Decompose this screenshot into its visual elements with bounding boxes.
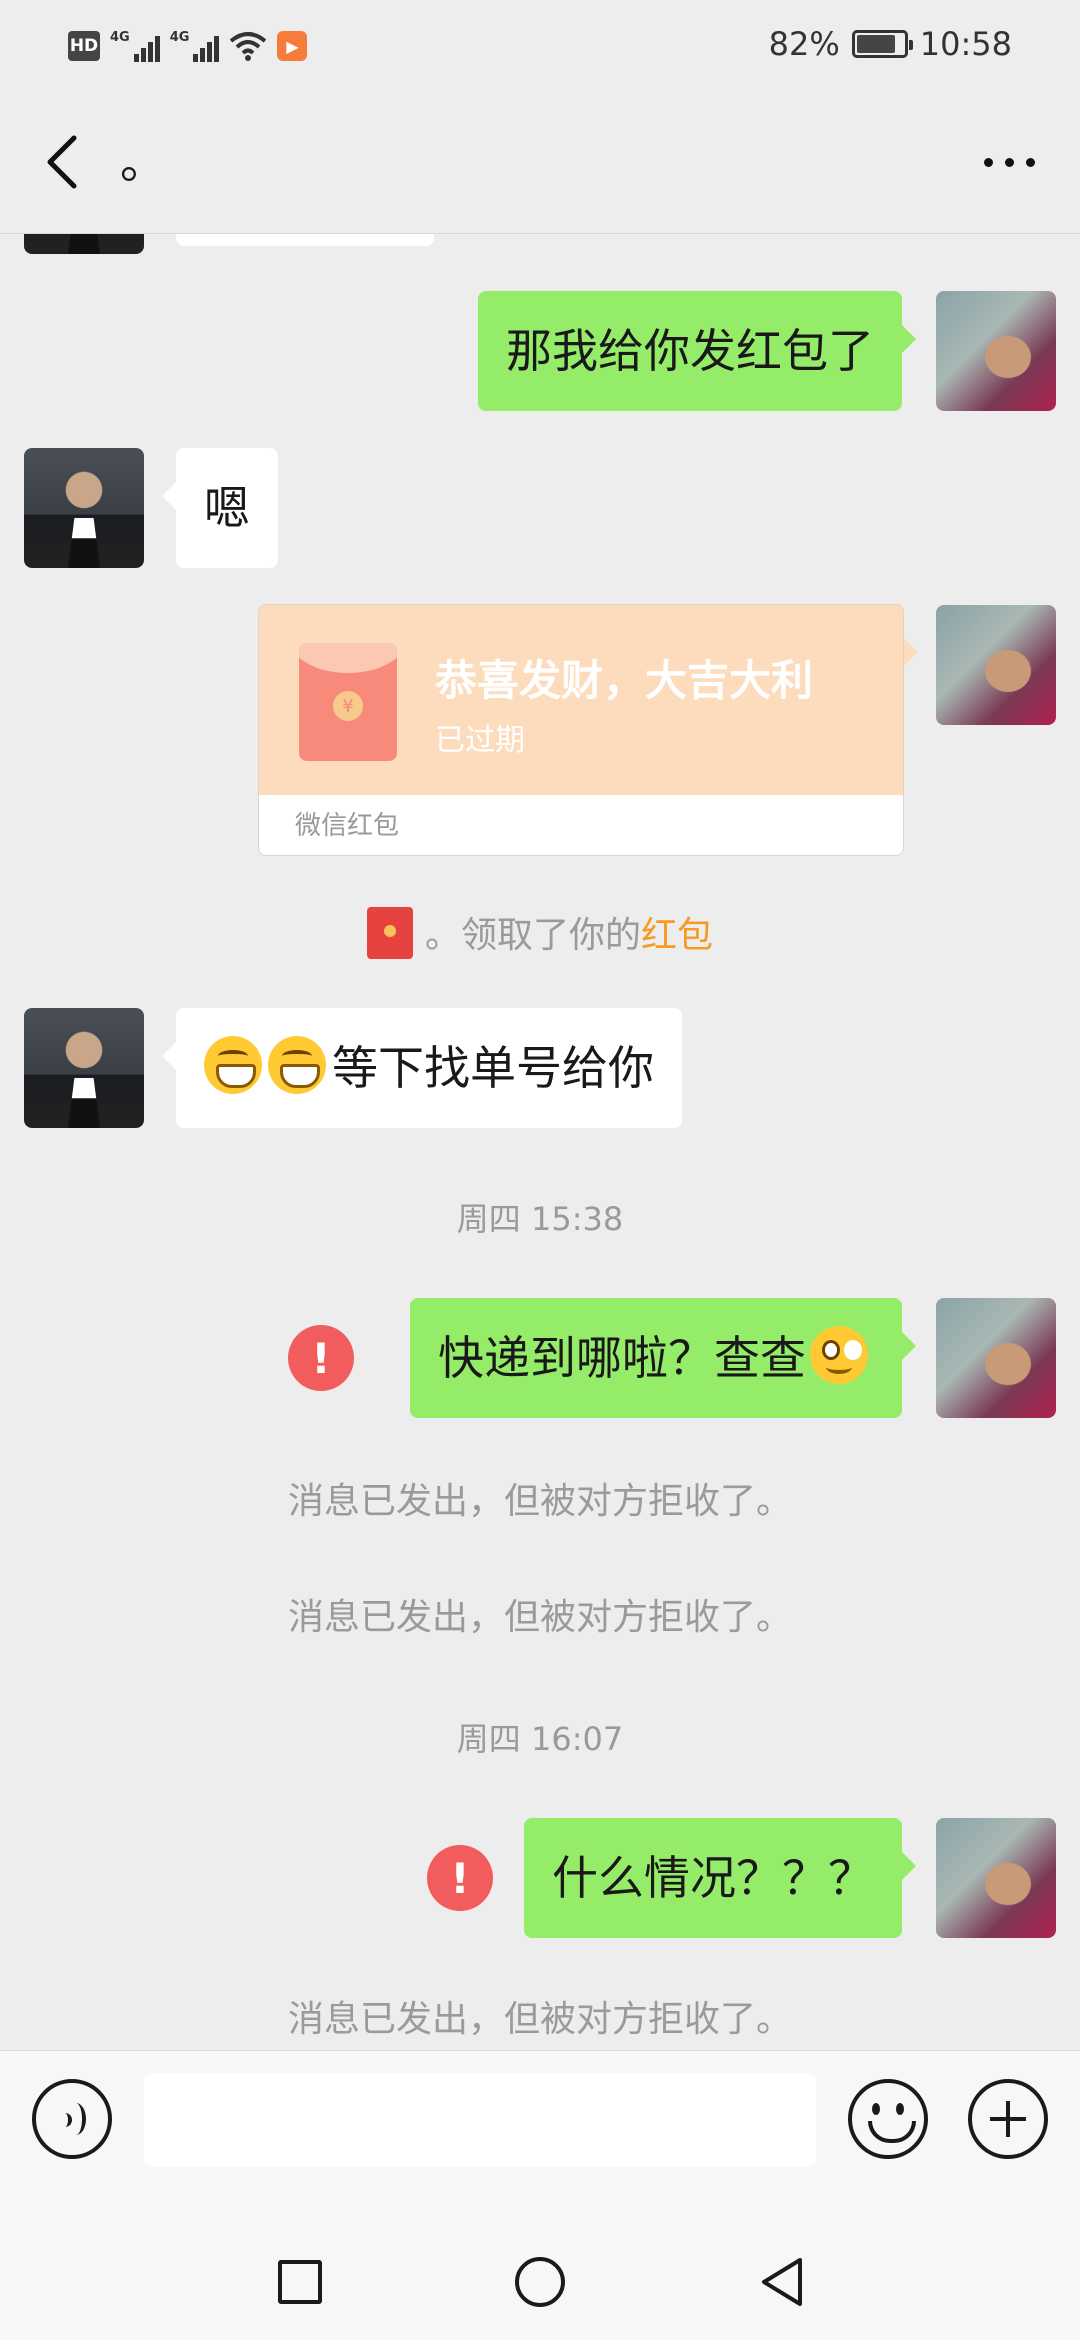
nav-back-icon[interactable] bbox=[760, 2256, 804, 2308]
send-failed-icon[interactable]: ! bbox=[427, 1845, 493, 1911]
message-bubble-incoming[interactable]: 等下找单号给你 bbox=[162, 1008, 682, 1128]
wifi-icon bbox=[230, 32, 267, 61]
voice-icon[interactable] bbox=[32, 2079, 112, 2159]
emoji-icon[interactable] bbox=[848, 2079, 928, 2159]
video-app-icon: ▶ bbox=[277, 31, 308, 61]
contact-avatar[interactable] bbox=[24, 448, 144, 568]
plus-icon[interactable] bbox=[968, 2079, 1048, 2159]
system-notice: 。领取了你的红包 bbox=[0, 906, 1080, 959]
contact-avatar[interactable] bbox=[24, 1008, 144, 1128]
message-text: 等下找单号给你 bbox=[332, 1041, 654, 1095]
rejected-notice: 消息已发出，但被对方拒收了。 bbox=[287, 1999, 792, 2040]
red-packet-footer: 微信红包 bbox=[295, 811, 400, 841]
my-avatar[interactable] bbox=[936, 605, 1056, 725]
red-packet-title: 恭喜发财，大吉大利 bbox=[435, 656, 814, 705]
status-right: 82% 10:58 bbox=[769, 22, 1012, 66]
chat-title: 。 bbox=[120, 135, 166, 189]
coin-icon: ¥ bbox=[333, 691, 363, 721]
rejected-notice: 消息已发出，但被对方拒收了。 bbox=[287, 1597, 792, 1638]
network-type: 4G bbox=[110, 30, 130, 45]
battery-percent: 82% bbox=[768, 25, 840, 63]
my-avatar[interactable] bbox=[936, 1298, 1056, 1418]
smile-emoji-icon bbox=[810, 1326, 868, 1384]
chat-header: 。 bbox=[0, 90, 1080, 234]
back-icon[interactable] bbox=[36, 130, 96, 194]
timestamp: 周四 15:38 bbox=[456, 1200, 624, 1238]
message-bubble-outgoing[interactable]: 那我给你发红包了 bbox=[478, 291, 916, 411]
chat-area[interactable]: 那我给你发红包了 嗯 ¥ 恭喜发财，大吉大利 已过期 微信红包 。领取了你的红包… bbox=[0, 234, 1080, 2050]
battery-fill bbox=[856, 35, 895, 53]
rejected-notice: 消息已发出，但被对方拒收了。 bbox=[287, 1481, 792, 1522]
bubble-tail bbox=[904, 638, 918, 666]
message-bubble-incoming[interactable]: 嗯 bbox=[162, 448, 278, 568]
red-packet-icon bbox=[366, 907, 413, 959]
my-avatar[interactable] bbox=[936, 291, 1056, 411]
clock: 10:58 bbox=[919, 25, 1012, 63]
red-packet-link[interactable]: 红包 bbox=[641, 915, 713, 956]
network-type: 4G bbox=[169, 30, 190, 45]
recent-apps-icon[interactable] bbox=[278, 2260, 322, 2304]
message-input[interactable] bbox=[144, 2073, 816, 2167]
system-nav-bar bbox=[0, 2184, 1080, 2340]
hd-icon: HD bbox=[68, 31, 100, 61]
battery-icon bbox=[851, 30, 913, 58]
red-packet-card[interactable]: ¥ 恭喜发财，大吉大利 已过期 微信红包 bbox=[258, 604, 904, 856]
timestamp: 周四 16:07 bbox=[456, 1720, 624, 1758]
message-text: 快递到哪啦？查查 bbox=[438, 1331, 806, 1385]
more-icon[interactable] bbox=[974, 130, 1044, 194]
contact-avatar[interactable] bbox=[24, 234, 144, 254]
signal-icon: 4G bbox=[110, 30, 160, 62]
status-left: HD 4G 4G ▶ bbox=[68, 28, 308, 64]
message-bubble-outgoing[interactable]: 快递到哪啦？查查 bbox=[410, 1298, 916, 1418]
red-packet-status: 已过期 bbox=[435, 723, 525, 758]
signal-icon: 4G bbox=[170, 30, 220, 62]
red-envelope-icon: ¥ bbox=[299, 643, 397, 761]
input-bar bbox=[0, 2050, 1080, 2184]
my-avatar[interactable] bbox=[936, 1818, 1056, 1938]
send-failed-icon[interactable]: ! bbox=[288, 1325, 354, 1391]
message-bubble-partial bbox=[176, 234, 434, 246]
home-icon[interactable] bbox=[515, 2257, 565, 2307]
grin-emoji-icon bbox=[268, 1036, 326, 1094]
status-bar: HD 4G 4G ▶ 82% 10:58 bbox=[0, 0, 1080, 90]
grin-emoji-icon bbox=[204, 1036, 262, 1094]
red-packet-body: ¥ 恭喜发财，大吉大利 已过期 bbox=[259, 605, 903, 795]
message-bubble-outgoing[interactable]: 什么情况？？？ bbox=[524, 1818, 916, 1938]
notice-text: 。领取了你的 bbox=[424, 915, 641, 956]
